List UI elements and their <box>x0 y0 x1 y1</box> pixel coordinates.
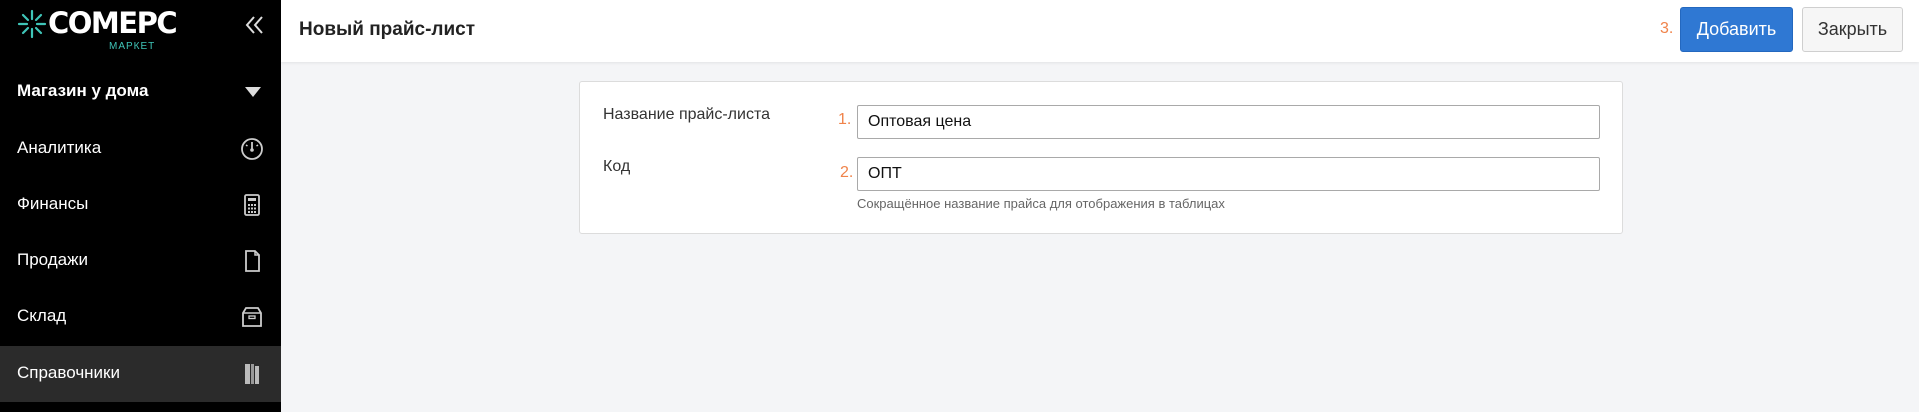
sidebar-item-label: Продажи <box>17 250 88 269</box>
step-hint-1: 1. <box>838 111 852 128</box>
book-icon <box>245 364 259 384</box>
add-button[interactable]: Добавить <box>1680 7 1793 52</box>
sidebar-item-directories[interactable]: Справочники <box>0 346 281 402</box>
double-chevron-left-icon[interactable] <box>243 14 265 36</box>
sidebar-item-warehouse[interactable]: Склад <box>0 289 281 345</box>
step-hint-3: 3. <box>1660 20 1674 37</box>
sidebar-item-label: Справочники <box>17 363 120 382</box>
calculator-icon <box>244 194 260 216</box>
page-title: Новый прайс-лист <box>299 19 476 40</box>
sidebar: COMEPC МАРКЕТ Магазин у дома Аналитика Ф… <box>0 0 281 412</box>
price-list-code-input[interactable] <box>857 157 1600 191</box>
brand-subtitle: МАРКЕТ <box>109 41 156 52</box>
box-icon <box>242 307 262 327</box>
sidebar-item-label: Финансы <box>17 194 89 213</box>
price-list-name-input[interactable] <box>857 105 1600 139</box>
caret-down-icon <box>245 87 261 97</box>
brand-name: COMEPC <box>48 6 178 40</box>
sidebar-item-finance[interactable]: Финансы <box>0 177 281 233</box>
document-icon <box>245 250 260 272</box>
sidebar-item-label: Аналитика <box>17 138 102 157</box>
sidebar-item-sales[interactable]: Продажи <box>0 233 281 289</box>
sidebar-item-analytics[interactable]: Аналитика <box>0 121 281 177</box>
name-field-label: Название прайс-листа <box>603 106 770 123</box>
code-field-label: Код <box>603 158 631 175</box>
step-hint-2: 2. <box>840 164 854 181</box>
sidebar-item-label: Склад <box>17 306 67 325</box>
close-button[interactable]: Закрыть <box>1802 7 1903 52</box>
gauge-icon <box>241 138 263 160</box>
logo-star-icon <box>17 9 47 39</box>
price-list-form: Название прайс-листа 1. Код 2. Сокращённ… <box>579 81 1623 234</box>
brand-logo[interactable]: COMEPC МАРКЕТ <box>0 0 281 66</box>
code-field-help: Сокращённое название прайса для отображе… <box>857 196 1225 211</box>
store-selector[interactable]: Магазин у дома <box>0 70 281 114</box>
store-label: Магазин у дома <box>17 81 149 100</box>
